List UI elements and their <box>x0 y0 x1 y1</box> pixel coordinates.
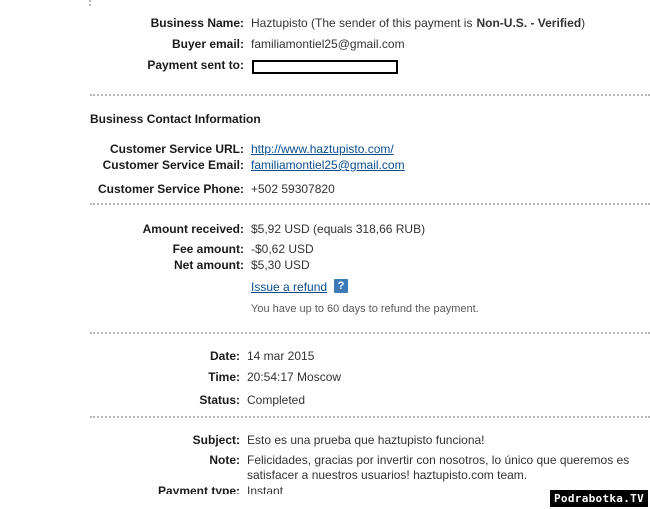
payment-type-value: Instant <box>247 484 284 494</box>
date-value: 14 mar 2015 <box>247 349 315 363</box>
business-name-value: Haztupisto (The sender of this payment i… <box>251 16 585 30</box>
time-label: Time: <box>208 370 240 384</box>
section-divider <box>90 94 650 96</box>
contact-section-heading: Business Contact Information <box>90 112 261 126</box>
subject-label: Subject: <box>192 433 240 447</box>
time-value: 20:54:17 Moscow <box>247 370 342 384</box>
sender-note-post: ) <box>581 16 586 30</box>
cs-url-link[interactable]: http://www.haztupisto.com/ <box>251 142 394 156</box>
amount-received-value: $5,92 USD (equals 318,66 RUB) <box>251 222 426 236</box>
business-name-label: Business Name: <box>150 16 244 30</box>
subject-value: Esto es una prueba que haztupisto funcio… <box>247 433 485 447</box>
net-amount-value: $5,30 USD <box>251 258 310 272</box>
date-label: Date: <box>209 349 240 363</box>
sender-note-pre: (The sender of this payment is <box>311 16 473 30</box>
top-divider-fragment <box>89 0 91 6</box>
status-label: Status: <box>199 393 240 407</box>
note-line-1: Felicidades, gracias por invertir con no… <box>247 453 630 467</box>
status-value: Completed <box>247 393 306 407</box>
section-divider <box>90 203 650 205</box>
note-line-2: satisfacer a nuestros usuarios! haztupis… <box>247 468 528 482</box>
fee-amount-value: -$0,62 USD <box>251 242 314 256</box>
refund-period-note: You have up to 60 days to refund the pay… <box>251 303 479 315</box>
net-amount-label: Net amount: <box>174 258 244 272</box>
amount-received-label: Amount received: <box>142 222 244 236</box>
help-icon[interactable]: ? <box>334 279 348 293</box>
payment-type-label: Payment type: <box>157 484 240 494</box>
buyer-email-value: familiamontiel25@gmail.com <box>251 37 405 51</box>
section-divider <box>90 332 650 334</box>
sender-verified-status: Non-U.S. - Verified <box>476 16 582 30</box>
note-label: Note: <box>209 453 240 467</box>
buyer-email-label: Buyer email: <box>171 37 244 51</box>
cs-email-label: Customer Service Email: <box>102 158 244 172</box>
section-divider <box>90 416 650 418</box>
payment-sent-to-label: Payment sent to: <box>147 58 244 72</box>
cs-phone-label: Customer Service Phone: <box>97 182 244 196</box>
redacted-recipient-box <box>252 60 398 74</box>
watermark-logo: Podrabotka.TV <box>550 490 648 507</box>
cs-email-link[interactable]: familiamontiel25@gmail.com <box>251 158 405 172</box>
business-name: Haztupisto <box>251 16 308 30</box>
cs-phone-value: +502 59307820 <box>251 182 335 196</box>
issue-refund-link[interactable]: Issue a refund <box>251 280 327 294</box>
fee-amount-label: Fee amount: <box>172 242 244 256</box>
cs-url-label: Customer Service URL: <box>109 142 244 156</box>
